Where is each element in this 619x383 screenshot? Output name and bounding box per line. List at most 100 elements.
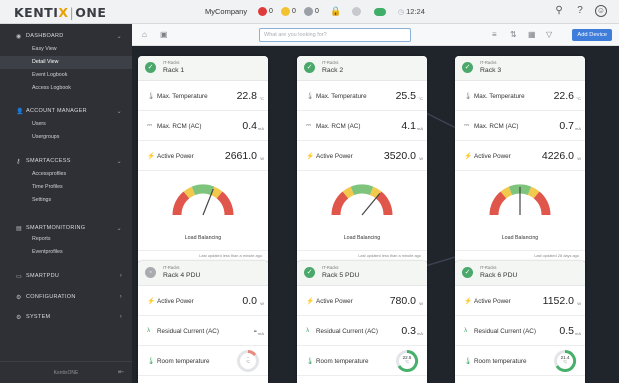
sidebar-item-time-profiles[interactable]: Time Profiles bbox=[0, 181, 132, 194]
load-balancing-gauge: Load Balancing bbox=[138, 171, 268, 251]
chevron-down-icon: ⌄ bbox=[116, 158, 122, 165]
sidebar-section-smartaccess[interactable]: ⚷ SMARTACCESS ⌄ bbox=[0, 153, 132, 169]
sidebar-section-dashboard[interactable]: ◉ DASHBOARD ⌄ bbox=[0, 28, 132, 44]
metric-row-power: ⚡ Active Power 4226.0 W bbox=[455, 141, 585, 171]
chevron-down-icon: ⌄ bbox=[116, 225, 122, 232]
card-header: ✓ IT-Racks Rack 5 PDU bbox=[297, 261, 427, 286]
add-device-button[interactable]: Add Device bbox=[572, 29, 612, 41]
power-icon: ⚡ bbox=[147, 153, 156, 160]
kentix-logo[interactable]: KENTIX|ONE bbox=[14, 5, 106, 20]
sidebar-footer: KentixONE ⇤ bbox=[0, 361, 132, 383]
gauge-band-mid-low bbox=[342, 186, 355, 199]
lock-icon: 🔒 bbox=[330, 6, 342, 16]
gauge-band-low bbox=[331, 191, 349, 216]
metric-row-rcm: ⎓ Max. RCM (AC) 0.4 mA bbox=[138, 111, 268, 141]
info-dot-icon bbox=[304, 7, 313, 16]
list-icon[interactable]: ≡ bbox=[492, 30, 497, 39]
rcm-icon: ⎓ bbox=[306, 122, 312, 129]
metric-row-temperature: 🌡 Max. Temperature 22.8 °C bbox=[138, 81, 268, 111]
antenna-icon[interactable]: ⚲ bbox=[553, 5, 565, 17]
load-balancing-gauge: Load Balancing bbox=[297, 171, 427, 251]
metric-row-rcm: ⎓ Max. RCM (AC) 4.1 mA bbox=[297, 111, 427, 141]
alarm-status-red[interactable]: 0 bbox=[258, 6, 273, 17]
sidebar-section-configuration[interactable]: ⚙ CONFIGURATION › bbox=[0, 289, 132, 305]
sidebar-item-eventprofiles[interactable]: Eventprofiles bbox=[0, 246, 132, 259]
collapse-sidebar-icon[interactable]: ⇤ bbox=[118, 362, 124, 383]
company-selector[interactable]: MyCompany bbox=[205, 7, 247, 16]
sidebar-item-easy-view[interactable]: Easy View bbox=[0, 43, 132, 56]
sidebar-section-account-manager[interactable]: 👤 ACCOUNT MANAGER ⌄ bbox=[0, 103, 132, 119]
rcm-icon: ⎓ bbox=[147, 122, 153, 129]
power-icon: ⚡ bbox=[464, 153, 473, 160]
lambda-icon: λ bbox=[464, 327, 468, 334]
rcm-icon: ⎓ bbox=[464, 122, 470, 129]
gauge-band-mid-low bbox=[183, 186, 196, 199]
device-card-rack-6-pdu[interactable]: ✓ IT-Racks Rack 6 PDU ⚡ Active Power 1152.… bbox=[455, 261, 585, 383]
user-icon[interactable]: ☺ bbox=[595, 5, 607, 17]
device-card-rack-2[interactable]: ✓ IT-Racks Rack 2 🌡 Max. Temperature 25.5 °… bbox=[297, 56, 427, 273]
device-card-rack-1[interactable]: ✓ IT-Racks Rack 1 🌡 Max. Temperature 22.8 °… bbox=[138, 56, 268, 273]
metric-row-power: ⚡ Active Power 3520.0 W bbox=[297, 141, 427, 171]
gear-icon: ⚙ bbox=[16, 294, 22, 301]
metric-row-room-temperature: 🌡 Room temperature 22.5 °C bbox=[297, 346, 427, 376]
sidebar-item-accessprofiles[interactable]: Accessprofiles bbox=[0, 168, 132, 181]
sidebar-section-system[interactable]: ⚙ SYSTEM › bbox=[0, 309, 132, 325]
device-name: Rack 2 bbox=[322, 67, 344, 74]
gauge-dial bbox=[331, 184, 393, 216]
load-balancing-gauge: Load Balancing bbox=[455, 171, 585, 251]
lock-status[interactable]: 🔒 bbox=[330, 6, 341, 17]
gauge-band-high bbox=[375, 191, 393, 216]
chevron-right-icon: › bbox=[119, 294, 122, 300]
metric-row-rcm: ⎓ Max. RCM (AC) 0.7 mA bbox=[455, 111, 585, 141]
thermometer-icon: 🌡 bbox=[306, 358, 315, 365]
filter-icon[interactable]: ▽ bbox=[546, 30, 552, 39]
gauge-needle bbox=[361, 193, 381, 216]
sidebar-item-access-logbook[interactable]: Access Logbook bbox=[0, 82, 132, 95]
toolbar: ⌂ ▣ ≡ ⇅ ▦ ▽ Add Device bbox=[132, 24, 619, 46]
metric-row-room-temperature: 🌡 Room temperature - °C bbox=[138, 346, 268, 376]
gauge-band-mid-high bbox=[210, 186, 223, 199]
top-bar: KENTIX|ONE MyCompany 0 0 0 🔒 ◷ 12:24 ⚲ ? … bbox=[0, 0, 619, 24]
network-icon bbox=[352, 7, 361, 16]
gauge-band-mid-high bbox=[527, 186, 540, 199]
device-name: Rack 1 bbox=[163, 67, 185, 74]
dashboard-icon: ◉ bbox=[16, 33, 22, 40]
metric-row-power: ⚡ Active Power 2661.0 W bbox=[138, 141, 268, 171]
device-card-rack-4-pdu[interactable]: ◦ IT-Racks Rack 4 PDU ⚡ Active Power 0.0 W … bbox=[138, 261, 268, 383]
chevron-right-icon: › bbox=[119, 314, 122, 320]
card-header: ✓ IT-Racks Rack 3 bbox=[455, 56, 585, 81]
search-input[interactable] bbox=[259, 28, 411, 42]
alarm-status-grey[interactable]: 0 bbox=[304, 6, 319, 17]
gauge-dial bbox=[489, 184, 551, 216]
last-updated: Last updated 28 days ago bbox=[534, 253, 579, 258]
sidebar-item-usergroups[interactable]: Usergroups bbox=[0, 131, 132, 144]
metric-row-residual-current: λ Residual Current (AC) 0.5 mA bbox=[455, 316, 585, 346]
device-card-rack-5-pdu[interactable]: ✓ IT-Racks Rack 5 PDU ⚡ Active Power 780.0… bbox=[297, 261, 427, 383]
alarm-status-yellow[interactable]: 0 bbox=[281, 6, 296, 17]
clock: ◷ 12:24 bbox=[398, 7, 425, 16]
alarm-dot-icon bbox=[258, 7, 267, 16]
network-status[interactable] bbox=[352, 6, 363, 17]
gauge-dial bbox=[172, 184, 234, 216]
sidebar-item-event-logbook[interactable]: Event Logbook bbox=[0, 69, 132, 82]
metric-row-power: ⚡ Active Power 780.0 W bbox=[297, 286, 427, 316]
toggle-status[interactable] bbox=[374, 6, 386, 17]
toggle-icon bbox=[374, 7, 386, 16]
ok-check-icon: ✓ bbox=[145, 62, 156, 73]
device-name: Rack 5 PDU bbox=[322, 272, 360, 279]
help-icon[interactable]: ? bbox=[574, 5, 586, 17]
device-card-rack-3[interactable]: ✓ IT-Racks Rack 3 🌡 Max. Temperature 22.6 °… bbox=[455, 56, 585, 273]
sidebar-item-users[interactable]: Users bbox=[0, 118, 132, 131]
sidebar-item-settings[interactable]: Settings bbox=[0, 194, 132, 207]
thermometer-icon: 🌡 bbox=[306, 93, 315, 100]
sitemap-icon[interactable]: ⌂ bbox=[142, 30, 147, 39]
layout-icon[interactable]: ▣ bbox=[160, 30, 168, 39]
sidebar-item-detail-view[interactable]: Detail View bbox=[0, 56, 132, 69]
grid-icon[interactable]: ▦ bbox=[528, 30, 536, 39]
metric-row-room-temperature: 🌡 Room temperature 21.4 °C bbox=[455, 346, 585, 376]
sidebar-section-smartpdu[interactable]: ▭ SMARTPDU › bbox=[0, 268, 132, 284]
sidebar-item-reports[interactable]: Reports bbox=[0, 233, 132, 246]
last-updated: Last updated less than a minute ago bbox=[199, 253, 262, 258]
chevron-down-icon: ⌄ bbox=[116, 108, 122, 115]
sort-icon[interactable]: ⇅ bbox=[510, 30, 517, 39]
